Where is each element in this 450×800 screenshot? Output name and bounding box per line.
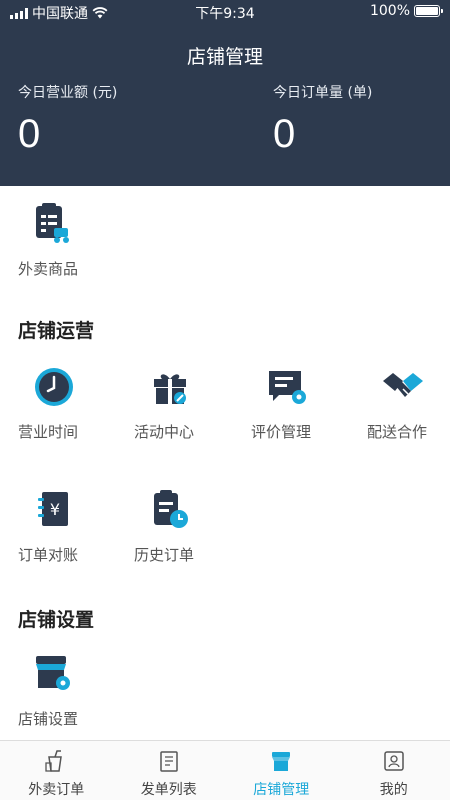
gift-icon <box>154 374 186 404</box>
activity-center-label: 活动中心 <box>134 423 195 441</box>
list-icon <box>160 751 178 772</box>
header: 中国联通 下午9:34 100% 店铺管理 今日营业额 (元) 0 今日订单量 … <box>0 0 450 186</box>
operations-title: 店铺运营 <box>18 320 95 342</box>
business-hours-button[interactable]: 营业时间 <box>18 365 130 442</box>
revenue-stat: 今日营业额 (元) 0 <box>18 82 117 157</box>
activity-center-button[interactable]: 活动中心 <box>134 365 246 442</box>
order-history-label: 历史订单 <box>134 546 195 564</box>
business-hours-label: 营业时间 <box>18 423 79 441</box>
shop-settings-label: 店铺设置 <box>18 710 79 728</box>
battery-percent: 100% <box>369 3 410 19</box>
tab-takeout-orders-label: 外卖订单 <box>28 782 85 798</box>
settings-title: 店铺设置 <box>18 609 95 631</box>
review-icon <box>269 371 306 404</box>
clock-icon <box>35 368 73 406</box>
tab-bar: 外卖订单 发单列表 店铺管理 我的 <box>0 740 450 800</box>
tab-dispatch-list-label: 发单列表 <box>140 782 197 798</box>
reconciliation-icon: ¥ <box>38 492 68 526</box>
battery-icon <box>414 5 443 17</box>
revenue-label: 今日营业额 (元) <box>18 85 118 101</box>
history-orders-icon <box>154 490 188 528</box>
order-history-button[interactable]: 历史订单 <box>134 488 246 565</box>
tab-dispatch-list[interactable]: 发单列表 <box>113 741 226 800</box>
takeout-goods-label: 外卖商品 <box>18 260 79 278</box>
delivery-cooperation-button[interactable]: 配送合作 <box>367 365 450 442</box>
status-bar: 中国联通 下午9:34 100% <box>0 0 450 24</box>
takeout-goods-icon <box>36 203 69 243</box>
cup-icon <box>45 750 63 772</box>
handshake-icon <box>383 373 423 398</box>
tab-shop-management-label: 店铺管理 <box>253 782 310 798</box>
tab-takeout-orders[interactable]: 外卖订单 <box>0 741 113 800</box>
page-title: 店铺管理 <box>186 46 263 68</box>
tab-me[interactable]: 我的 <box>338 741 450 800</box>
profile-icon <box>384 751 404 771</box>
takeout-goods-button[interactable]: 外卖商品 <box>18 202 130 279</box>
tab-shop-management[interactable]: 店铺管理 <box>225 741 338 800</box>
review-management-label: 评价管理 <box>251 423 312 441</box>
tab-me-label: 我的 <box>379 782 408 798</box>
order-reconciliation-label: 订单对账 <box>18 546 79 564</box>
revenue-value: 0 <box>18 112 41 156</box>
shop-settings-icon <box>36 656 70 690</box>
review-management-button[interactable]: 评价管理 <box>251 365 363 442</box>
shop-settings-button[interactable]: 店铺设置 <box>18 652 130 729</box>
orders-stat: 今日订单量 (单) 0 <box>273 82 372 157</box>
order-reconciliation-button[interactable]: ¥ 订单对账 <box>18 488 130 565</box>
orders-label: 今日订单量 (单) <box>273 85 373 101</box>
orders-value: 0 <box>273 112 296 156</box>
shop-icon <box>272 752 291 771</box>
delivery-cooperation-label: 配送合作 <box>367 423 428 441</box>
svg-text:¥: ¥ <box>50 500 60 519</box>
